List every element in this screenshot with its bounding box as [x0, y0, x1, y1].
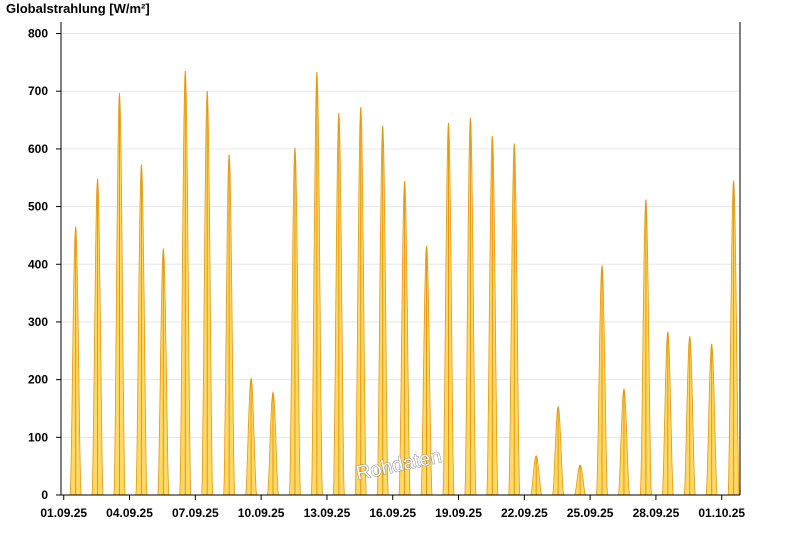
y-tick-label: 200: [28, 373, 48, 387]
solar-radiation-chart: 0 100 200 300 400 500 600 700 800 01.09.25 04.09.…: [28, 22, 745, 520]
y-tick-label: 300: [28, 315, 48, 329]
x-axis-ticks: 01.09.25 04.09.25 07.09.25 10.09.25 13.09.25…: [40, 495, 745, 520]
x-tick-label: 01.09.25: [40, 506, 87, 520]
radiation-area-series: [69, 70, 740, 496]
y-tick-label: 0: [41, 488, 48, 502]
x-tick-label: 04.09.25: [106, 506, 153, 520]
y-axis-ticks: 0 100 200 300 400 500 600 700 800: [28, 27, 61, 502]
x-tick-label: 07.09.25: [172, 506, 219, 520]
y-tick-label: 600: [28, 142, 48, 156]
y-tick-label: 100: [28, 430, 48, 444]
x-tick-label: 01.10.25: [698, 506, 745, 520]
y-tick-label: 700: [28, 84, 48, 98]
x-tick-label: 19.09.25: [435, 506, 482, 520]
x-tick-label: 25.09.25: [567, 506, 614, 520]
y-tick-label: 500: [28, 200, 48, 214]
y-tick-label: 400: [28, 257, 48, 271]
x-tick-label: 22.09.25: [501, 506, 548, 520]
x-tick-label: 10.09.25: [238, 506, 285, 520]
y-tick-label: 800: [28, 27, 48, 41]
x-tick-label: 13.09.25: [304, 506, 351, 520]
x-tick-label: 28.09.25: [633, 506, 680, 520]
x-tick-label: 16.09.25: [369, 506, 416, 520]
